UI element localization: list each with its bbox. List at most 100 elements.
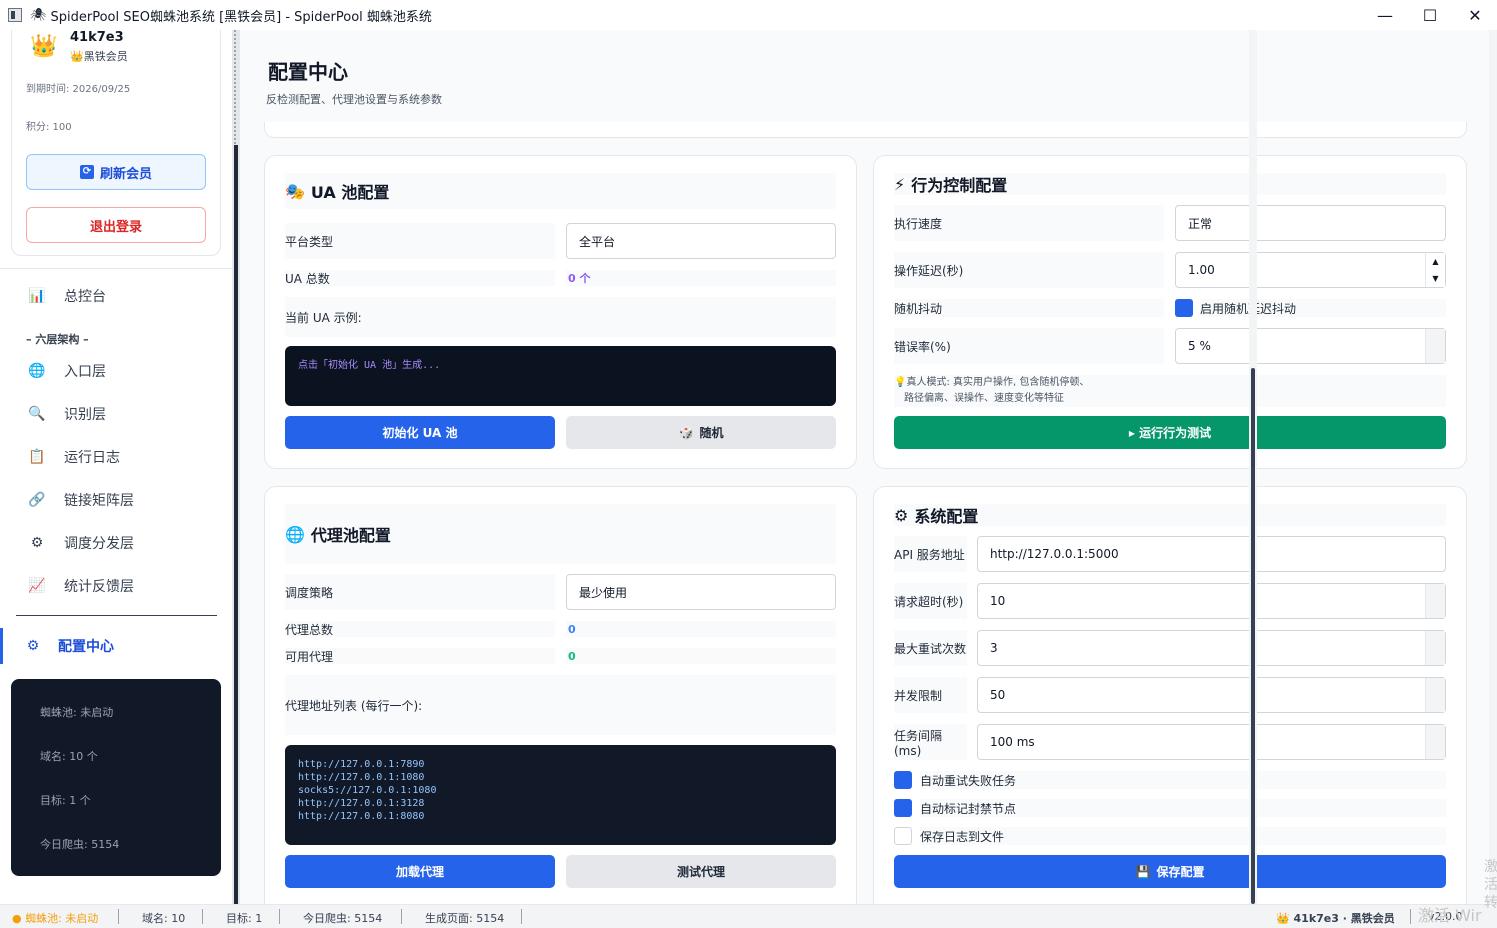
- interval-label: 任务间隔(ms): [894, 724, 967, 760]
- sidebar-item-config[interactable]: ⚙ 配置中心: [0, 628, 232, 664]
- card-title: 🎭 UA 池配置: [285, 173, 836, 209]
- sidebar-item-dashboard[interactable]: 📊 总控台: [0, 278, 232, 314]
- globe-icon: 🌐: [28, 363, 46, 379]
- activation-watermark-side: 激活转: [1484, 859, 1497, 911]
- refresh-member-button[interactable]: ⟳ 刷新会员: [26, 154, 206, 190]
- pool-status: 蜘蛛池: 未启动: [40, 706, 114, 719]
- random-ua-label: 随机: [699, 426, 724, 440]
- sidebar-item-recognition[interactable]: 🔍 识别层: [0, 396, 232, 432]
- sidebar-item-logs[interactable]: 📋 运行日志: [0, 439, 232, 475]
- sidebar-item-label: 入口层: [64, 364, 106, 380]
- save-config-button[interactable]: 💾 保存配置: [894, 855, 1446, 888]
- timeout-value: 10: [990, 594, 1006, 608]
- status-pages: 生成页面: 5154: [425, 912, 505, 925]
- sidebar-item-link-matrix[interactable]: 🔗 链接矩阵层: [0, 482, 232, 518]
- run-behavior-test-button[interactable]: ▸ 运行行为测试: [894, 416, 1446, 449]
- speed-select[interactable]: 正常: [1175, 205, 1446, 241]
- retry-spinbox[interactable]: 3: [977, 630, 1446, 666]
- spider-icon: 🕷: [30, 7, 47, 23]
- strategy-label: 调度策略: [285, 574, 555, 610]
- expire-date: 到期时间: 2026/09/25: [26, 84, 131, 95]
- sidebar-scrollbar[interactable]: [232, 30, 240, 904]
- scroll-thumb[interactable]: [234, 145, 238, 904]
- proxy-line: http://127.0.0.1:8080: [298, 811, 425, 822]
- proxy-list-textarea[interactable]: http://127.0.0.1:7890 http://127.0.0.1:1…: [285, 745, 836, 845]
- maximize-button[interactable]: ☐: [1407, 0, 1453, 30]
- strategy-select[interactable]: 最少使用: [566, 574, 836, 610]
- link-icon: 🔗: [28, 492, 46, 508]
- line-chart-icon: 📈: [28, 578, 46, 594]
- retry-stepper[interactable]: [1425, 631, 1445, 665]
- globe-icon: 🌐: [285, 524, 305, 544]
- api-url-input[interactable]: http://127.0.0.1:5000: [977, 536, 1446, 572]
- nav-divider: [16, 615, 217, 616]
- status-bar: ● 蜘蛛池: 未启动 域名: 10 目标: 1 今日爬虫: 5154 生成页面:…: [0, 904, 1497, 928]
- main-scrollbar[interactable]: [1249, 30, 1257, 904]
- concurrency-label: 并发限制: [894, 677, 967, 713]
- nav-group-label: – 六层架构 –: [26, 333, 89, 346]
- proxy-total-label: 代理总数: [285, 621, 555, 637]
- delay-label: 操作延迟(秒): [894, 252, 1164, 288]
- sidebar-item-entry[interactable]: 🌐 入口层: [0, 353, 232, 389]
- init-ua-button[interactable]: 初始化 UA 池: [285, 416, 555, 449]
- ua-example-output: 点击「初始化 UA 池」生成...: [285, 346, 836, 406]
- auto-mark-checkbox[interactable]: [894, 799, 912, 817]
- status-separator: [118, 909, 119, 924]
- interval-value: 100 ms: [990, 735, 1035, 749]
- gear-icon: ⚙: [26, 638, 40, 654]
- status-pool: ● 蜘蛛池: 未启动: [12, 912, 99, 925]
- auto-retry-checkbox[interactable]: [894, 771, 912, 789]
- card-title: ⚡ 行为控制配置: [894, 173, 1446, 195]
- sidebar-item-stats[interactable]: 📈 统计反馈层: [0, 568, 232, 604]
- main-scroll-thumb[interactable]: [1251, 368, 1255, 904]
- chevron-down-icon[interactable]: ▼: [1432, 274, 1438, 283]
- delay-stepper[interactable]: ▲ ▼: [1425, 253, 1445, 287]
- logout-button[interactable]: 退出登录: [26, 207, 206, 243]
- error-rate-stepper[interactable]: [1425, 329, 1445, 363]
- interval-spinbox[interactable]: 100 ms: [977, 724, 1446, 760]
- floppy-icon: 💾: [1135, 864, 1151, 879]
- member-card: 👑 41k7e3 👑黑铁会员 到期时间: 2026/09/25 积分: 100 …: [11, 30, 221, 256]
- load-proxy-button[interactable]: 加载代理: [285, 855, 555, 888]
- clipboard-icon: 📋: [28, 449, 46, 465]
- jitter-checkbox[interactable]: [1175, 299, 1193, 317]
- chevron-up-icon[interactable]: ▲: [1432, 257, 1438, 266]
- mask-icon: 🎭: [285, 181, 305, 201]
- pool-status-panel: 蜘蛛池: 未启动 域名: 10 个 目标: 1 个 今日爬虫: 5154: [11, 679, 221, 876]
- proxy-available-label: 可用代理: [285, 648, 555, 664]
- behavior-card: ⚡ 行为控制配置 执行速度 正常 操作延迟(秒) 1.00 ▲ ▼ 随机抖动 启…: [873, 155, 1467, 469]
- window-title: SpiderPool SEO蜘蛛池系统 [黑铁会员] - SpiderPool …: [50, 9, 432, 25]
- save-log-checkbox[interactable]: [894, 827, 912, 845]
- proxy-title: 代理池配置: [310, 526, 391, 545]
- sidebar-item-label: 统计反馈层: [64, 579, 134, 595]
- platform-select[interactable]: 全平台: [566, 223, 836, 259]
- ua-total-value: 0 个: [566, 270, 836, 286]
- concurrency-spinbox[interactable]: 50: [977, 677, 1446, 713]
- random-ua-button[interactable]: 🎲 随机: [566, 416, 836, 449]
- jitter-label: 随机抖动: [894, 299, 1164, 317]
- close-button[interactable]: ✕: [1452, 0, 1497, 30]
- status-separator: [521, 909, 522, 924]
- minimize-button[interactable]: —: [1362, 0, 1408, 30]
- window-app-icon: [8, 8, 22, 22]
- test-proxy-button[interactable]: 测试代理: [566, 855, 836, 888]
- timeout-spinbox[interactable]: 10: [977, 583, 1446, 619]
- retry-label: 最大重试次数: [894, 630, 967, 666]
- timeout-stepper[interactable]: [1425, 584, 1445, 618]
- concurrency-value: 50: [990, 688, 1006, 702]
- ua-title: UA 池配置: [310, 183, 390, 202]
- tip-line: 💡真人模式: 真实用户操作, 包含随机停顿、: [894, 377, 1090, 388]
- bar-chart-icon: 📊: [28, 288, 46, 304]
- platform-label: 平台类型: [285, 223, 555, 259]
- ua-pool-card: 🎭 UA 池配置 平台类型 全平台 UA 总数 0 个 当前 UA 示例: 点击…: [264, 155, 857, 469]
- speed-label: 执行速度: [894, 205, 1164, 241]
- error-rate-spinbox[interactable]: 5 %: [1175, 328, 1446, 364]
- sidebar-item-label: 链接矩阵层: [64, 493, 134, 509]
- concurrency-stepper[interactable]: [1425, 678, 1445, 712]
- proxy-total-value: 0: [566, 621, 836, 637]
- user-name: 41k7e3: [70, 30, 124, 45]
- save-log-label: 保存日志到文件: [920, 827, 1446, 845]
- interval-stepper[interactable]: [1425, 725, 1445, 759]
- delay-spinbox[interactable]: 1.00 ▲ ▼: [1175, 252, 1446, 288]
- sidebar-item-scheduler[interactable]: ⚙ 调度分发层: [0, 525, 232, 561]
